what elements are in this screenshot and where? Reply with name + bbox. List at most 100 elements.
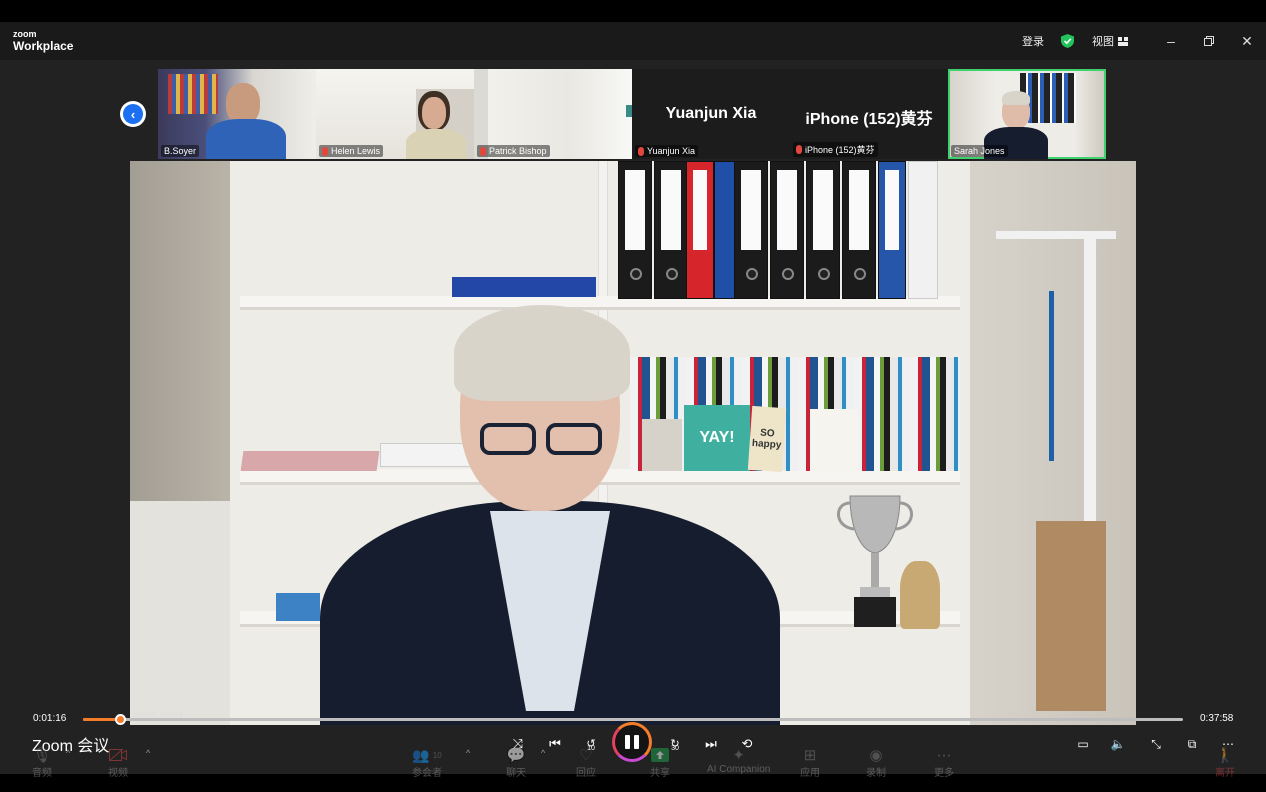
muted-mic-icon [638, 146, 644, 156]
yay-card: YAY! [684, 405, 750, 471]
muted-mic-icon [480, 146, 486, 156]
skip-next-icon[interactable]: ⏭ [701, 734, 721, 754]
participant-body [206, 119, 286, 159]
view-button[interactable]: 视图 [1092, 22, 1128, 60]
main-speaker-video[interactable]: YAY! SO happy Sarah Jones [130, 161, 1136, 725]
muted-mic-icon [322, 146, 328, 156]
more-dots-icon: ⋯ [936, 747, 952, 764]
shuffle-icon[interactable]: ⤨ [508, 734, 528, 754]
grid-view-icon [1118, 36, 1128, 46]
participant-tile[interactable]: Yuanjun Xia Yuanjun Xia [632, 69, 790, 159]
book [908, 161, 938, 299]
forward-30-button[interactable]: ↻ 30 [665, 734, 685, 754]
muted-mic-icon [796, 145, 802, 154]
picture-in-picture-icon[interactable]: ⧉ [1182, 734, 1202, 754]
participant-display-name: Yuanjun Xia [665, 105, 757, 122]
logo-line1: zoom [13, 29, 37, 39]
binder [842, 161, 876, 299]
video-options-caret[interactable]: ^ [146, 748, 150, 758]
more-options-icon[interactable]: ⋯ [1218, 734, 1238, 754]
record-button[interactable]: ◉ 录制 [866, 746, 886, 779]
lanyard [1049, 291, 1054, 461]
security-shield-icon[interactable] [1061, 34, 1074, 48]
seek-handle[interactable] [115, 714, 127, 725]
participant-name-label: iPhone (152)黄芬 [793, 142, 878, 157]
greeting-card [810, 409, 858, 471]
participant-name-label: Sarah Jones [951, 145, 1008, 157]
video-off-icon [108, 746, 128, 764]
participant-tile-active-speaker[interactable]: Sarah Jones [948, 69, 1106, 159]
participant-name-label: B.Soyer [161, 145, 200, 157]
binder [654, 161, 688, 299]
participants-button[interactable]: 👥 10 参会者 [410, 746, 444, 780]
signin-button[interactable]: 登录 [1022, 22, 1044, 60]
record-icon: ◉ [869, 747, 883, 764]
pink-folder [240, 451, 380, 471]
apps-grid-icon: ⊞ [803, 747, 817, 764]
title-bar: zoom Workplace 登录 视图 – ✕ [0, 22, 1266, 60]
binder [734, 161, 768, 299]
zoom-window: zoom Workplace 登录 视图 – ✕ ‹ B.Soyer Helen… [0, 22, 1266, 779]
audio-button[interactable]: 🎙 音频 [32, 746, 52, 779]
participant-tile[interactable]: B.Soyer [158, 69, 316, 159]
participant-tile[interactable]: Patrick Bishop [474, 69, 632, 159]
participant-tile[interactable]: iPhone (152)黄芬 iPhone (152)黄芬 [790, 69, 948, 159]
thank-you-card [642, 419, 682, 471]
more-button[interactable]: ⋯ 更多 [934, 746, 954, 779]
captions-icon[interactable]: ▭ [1073, 734, 1093, 754]
blue-folder [452, 277, 596, 297]
seek-bar[interactable] [83, 714, 1183, 725]
bookshelf-background [168, 74, 218, 114]
speaker-hair [454, 305, 630, 401]
small-box [276, 593, 320, 621]
cardboard-box [1036, 521, 1106, 711]
audio-options-caret[interactable]: ^ [66, 748, 70, 758]
meeting-stage: ‹ B.Soyer Helen Lewis Patrick Bishop Yua… [0, 60, 1266, 779]
volume-icon[interactable]: 🔈 [1108, 734, 1128, 754]
participant-strip: B.Soyer Helen Lewis Patrick Bishop Yuanj… [158, 69, 1106, 159]
pause-button[interactable] [612, 722, 652, 762]
binder [686, 161, 714, 299]
video-button[interactable]: 视频 [108, 746, 128, 779]
logo-line2: Workplace [13, 39, 74, 53]
skip-previous-icon[interactable]: ⏮ [545, 734, 565, 754]
gift-bag [900, 561, 940, 629]
binder [714, 161, 736, 299]
previous-page-button[interactable]: ‹ [120, 101, 146, 127]
binder [770, 161, 804, 299]
participant-display-name: iPhone (152)黄芬 [805, 111, 933, 128]
participant-name-label: Patrick Bishop [477, 145, 550, 157]
participant-name-label: Helen Lewis [319, 145, 384, 157]
signin-label: 登录 [1022, 36, 1044, 48]
binder [878, 161, 906, 299]
participant-hair [1002, 91, 1030, 105]
participant-tile[interactable]: Helen Lewis [316, 69, 474, 159]
pause-icon [625, 735, 639, 749]
chevron-left-icon: ‹ [123, 104, 143, 124]
binder [618, 161, 652, 299]
filing-cabinet [130, 501, 230, 725]
muted-mic-icon: 🎙 [32, 747, 52, 764]
total-time: 0:37:58 [1200, 713, 1234, 724]
rewind-10-button[interactable]: ↺ 10 [581, 734, 601, 754]
speaker-glasses [480, 423, 604, 457]
view-label: 视图 [1092, 36, 1114, 48]
restore-icon[interactable] [1200, 32, 1218, 50]
close-icon[interactable]: ✕ [1238, 32, 1256, 50]
paper-stack [380, 443, 476, 467]
apps-button[interactable]: ⊞ 应用 [800, 746, 820, 779]
exit-fullscreen-icon[interactable]: ⤡ [1146, 734, 1166, 754]
participants-options-caret[interactable]: ^ [466, 748, 470, 758]
participant-body [406, 129, 466, 159]
participant-face [422, 97, 446, 129]
minimize-icon[interactable]: – [1162, 32, 1180, 50]
current-time: 0:01:16 [33, 713, 67, 724]
participant-name-label: Yuanjun Xia [635, 145, 699, 157]
meeting-toolbar: Zoom 会议 🎙 音频 ^ 视频 ^ 👥10 参会者 ^ � [0, 722, 1266, 779]
participants-icon: 👥 10 [412, 746, 442, 763]
coat-stand-arms [996, 231, 1116, 239]
binder [806, 161, 840, 299]
zoom-workplace-logo: zoom Workplace [13, 29, 74, 53]
repeat-off-icon[interactable]: ⟲ [737, 734, 757, 754]
so-happy-card: SO happy [747, 405, 787, 473]
